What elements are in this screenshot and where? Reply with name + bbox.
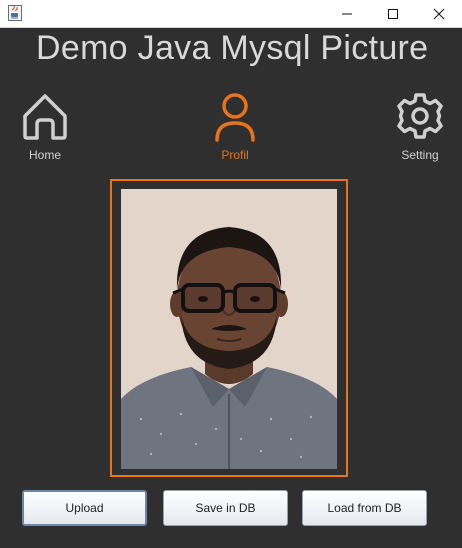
window-titlebar: [0, 0, 462, 28]
user-icon: [215, 93, 255, 142]
maximize-icon: [388, 9, 398, 19]
nav-setting[interactable]: Setting: [384, 90, 456, 162]
nav-home-label: Home: [28, 148, 61, 162]
maximize-button[interactable]: [370, 0, 416, 27]
java-app-icon: [8, 5, 22, 21]
close-button[interactable]: [416, 0, 462, 27]
portrait-photo: [121, 189, 337, 469]
gear-icon: [397, 93, 443, 139]
nav-home[interactable]: Home: [14, 90, 76, 162]
home-icon: [23, 94, 67, 140]
upload-button[interactable]: Upload: [22, 490, 147, 526]
save-in-db-button[interactable]: Save in DB: [163, 490, 288, 526]
minimize-button[interactable]: [324, 0, 370, 27]
nav-profil-label: Profil: [221, 148, 249, 162]
nav-setting-label: Setting: [401, 148, 439, 162]
load-from-db-button[interactable]: Load from DB: [302, 490, 427, 526]
minimize-icon: [342, 13, 352, 15]
profile-photo-frame: [110, 179, 348, 477]
app-title: Demo Java Mysql Picture: [36, 29, 429, 67]
nav-profil[interactable]: Profil: [205, 90, 265, 162]
close-icon: [433, 8, 445, 20]
